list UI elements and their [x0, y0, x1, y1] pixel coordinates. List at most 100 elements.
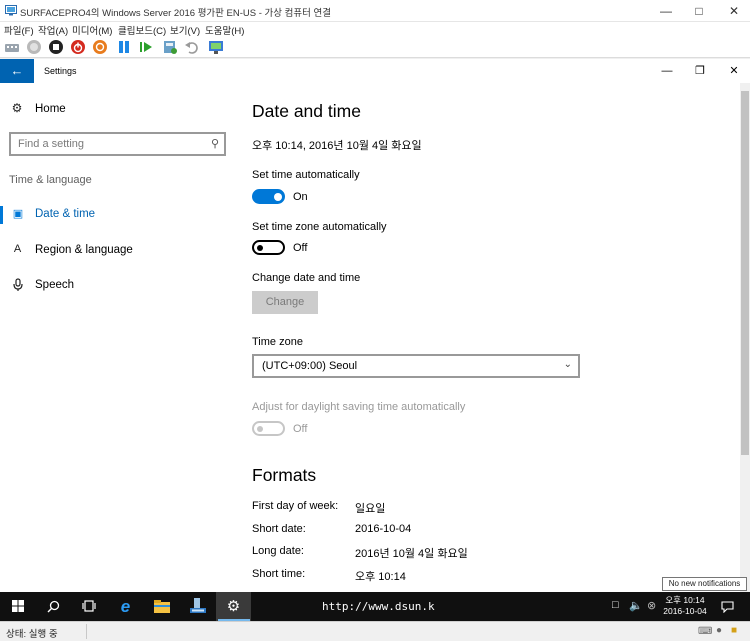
taskbar-file-explorer[interactable]: [144, 592, 179, 621]
vm-status-text: 상태: 실행 중: [6, 629, 58, 640]
dst-state: Off: [293, 423, 308, 435]
server-manager-icon: [189, 598, 206, 613]
menu-media[interactable]: 미디어(M): [72, 23, 112, 37]
watermark-url: http://www.dsun.k: [322, 600, 435, 613]
host-minimize-button[interactable]: —: [658, 3, 674, 19]
page-title: Date and time: [252, 101, 361, 121]
save-state-icon[interactable]: [92, 39, 108, 55]
set-time-auto-toggle[interactable]: [252, 189, 285, 204]
action-error-icon[interactable]: ⊗: [647, 599, 656, 612]
start-icon[interactable]: [26, 39, 42, 55]
taskbar: e ⚙ http://www.dsun.k □ 🔈 ⊗ 오후 10:14 201…: [0, 592, 750, 621]
lock-icon: ■: [731, 625, 738, 636]
checkpoint-icon[interactable]: [162, 39, 178, 55]
menu-file[interactable]: 파일(F): [4, 23, 34, 37]
chevron-down-icon: ⌄: [563, 359, 572, 370]
notification-icon: [720, 601, 734, 614]
format-value: 일요일: [355, 503, 386, 515]
back-arrow-icon: ←: [10, 63, 24, 78]
network-icon[interactable]: □: [612, 599, 619, 611]
language-icon: А: [13, 243, 23, 255]
nav-section-title: Time & language: [9, 174, 92, 186]
clock-time: 오후 10:14: [665, 595, 705, 605]
format-value: 오후 10:14: [355, 571, 406, 583]
taskbar-search-button[interactable]: [36, 592, 71, 621]
shutdown-icon[interactable]: [70, 39, 86, 55]
host-title-bar: SURFACEPRO4의 Windows Server 2016 평가판 EN-…: [0, 0, 750, 22]
taskbar-clock[interactable]: 오후 10:14 2016-10-04: [661, 595, 709, 617]
current-datetime: 오후 10:14, 2016년 10월 4일 화요일: [252, 140, 422, 152]
set-tz-auto-label: Set time zone automatically: [252, 221, 387, 233]
menu-clipboard[interactable]: 클립보드(C): [118, 23, 166, 37]
notification-tooltip: No new notifications: [662, 577, 747, 591]
change-datetime-label: Change date and time: [252, 272, 361, 284]
search-placeholder: Find a setting: [18, 138, 85, 150]
host-window-title: SURFACEPRO4의 Windows Server 2016 평가판 EN-…: [20, 8, 332, 19]
toggle-knob: [257, 244, 263, 251]
scrollbar-thumb[interactable]: [741, 91, 749, 455]
host-toolbar: [0, 36, 750, 58]
settings-maximize-button[interactable]: ❐: [692, 63, 708, 79]
guest-desktop: ← Settings — ❐ ✕ ⚙ Home Find a setting ⚲…: [0, 59, 750, 592]
taskbar-internet-explorer[interactable]: e: [108, 592, 143, 621]
folder-icon: [153, 600, 170, 613]
format-value: 2016-10-04: [355, 523, 412, 535]
nav-item-label: Date & time: [35, 208, 96, 220]
set-time-auto-state: On: [293, 191, 308, 203]
format-label: Long date:: [252, 545, 304, 557]
host-close-button[interactable]: ✕: [726, 3, 742, 19]
gear-icon: ⚙: [226, 598, 241, 615]
menu-view[interactable]: 보기(V): [170, 23, 200, 37]
nav-item-label: Region & language: [35, 244, 133, 256]
settings-title-bar: ← Settings — ❐ ✕: [0, 59, 750, 83]
search-icon: [47, 600, 60, 613]
status-separator: [86, 624, 87, 639]
internet-explorer-icon: e: [120, 597, 131, 616]
keyboard-icon: ⌨: [698, 626, 713, 637]
content-scrollbar[interactable]: [740, 83, 750, 592]
format-label: First day of week:: [252, 500, 339, 512]
revert-icon[interactable]: [184, 39, 200, 55]
host-maximize-button[interactable]: □: [691, 3, 707, 19]
toggle-knob: [274, 192, 282, 201]
clock-date: 2016-10-04: [663, 606, 707, 616]
task-view-button[interactable]: [71, 592, 106, 621]
enhanced-session-icon[interactable]: [208, 39, 224, 55]
timezone-select[interactable]: (UTC+09:00) Seoul ⌄: [252, 354, 580, 378]
toggle-knob: [257, 425, 263, 432]
calendar-clock-icon: ▣: [12, 208, 24, 220]
timezone-value: (UTC+09:00) Seoul: [262, 360, 358, 372]
settings-close-button[interactable]: ✕: [726, 63, 742, 79]
format-label: Short time:: [252, 568, 306, 580]
resume-icon[interactable]: [138, 39, 154, 55]
volume-muted-icon[interactable]: 🔈: [629, 599, 643, 612]
taskbar-settings[interactable]: ⚙: [216, 592, 251, 621]
action-center-button[interactable]: [712, 592, 742, 621]
turn-off-icon[interactable]: [48, 39, 64, 55]
host-status-bar: 상태: 실행 중 ⌨ ● ■: [0, 621, 750, 641]
host-menu-bar: 파일(F) 작업(A) 미디어(M) 클립보드(C) 보기(V) 도움말(H): [0, 22, 750, 37]
back-button[interactable]: ←: [0, 59, 34, 83]
taskbar-server-manager[interactable]: [180, 592, 215, 621]
gear-icon: ⚙: [11, 101, 23, 115]
mouse-icon: ●: [716, 625, 723, 636]
settings-minimize-button[interactable]: —: [659, 63, 675, 79]
vm-connection-icon: [5, 5, 17, 16]
pause-icon[interactable]: [116, 39, 132, 55]
set-time-auto-label: Set time automatically: [252, 169, 360, 181]
settings-window-title: Settings: [44, 66, 77, 76]
nav-active-indicator: [0, 206, 3, 224]
menu-action[interactable]: 작업(A): [38, 23, 68, 37]
dst-toggle[interactable]: [252, 421, 285, 436]
timezone-label: Time zone: [252, 336, 303, 348]
ctrl-alt-del-icon[interactable]: [4, 39, 20, 55]
start-button[interactable]: [0, 592, 35, 621]
menu-help[interactable]: 도움말(H): [205, 23, 244, 37]
set-tz-auto-state: Off: [293, 242, 308, 254]
task-view-icon: [81, 600, 96, 612]
change-button[interactable]: Change: [252, 291, 318, 314]
search-input[interactable]: Find a setting ⚲: [9, 132, 226, 156]
nav-home-label: Home: [35, 103, 66, 115]
dst-label: Adjust for daylight saving time automati…: [252, 401, 466, 413]
set-tz-auto-toggle[interactable]: [252, 240, 285, 255]
